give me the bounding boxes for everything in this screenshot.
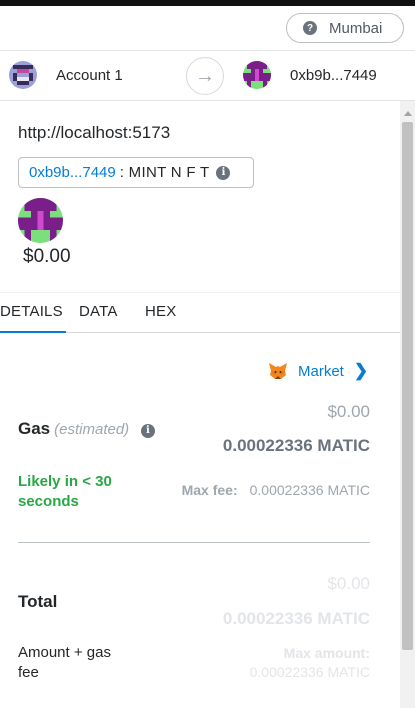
- tab-bar: DETAILS DATA HEX: [0, 292, 400, 333]
- max-fee-value: 0.00022336 MATIC: [249, 482, 370, 498]
- contract-method-box: 0xb9b...7449 : MINT N F T i: [18, 157, 254, 188]
- gas-info-icon[interactable]: i: [140, 423, 155, 438]
- contract-avatar: [18, 198, 63, 243]
- gas-title: Gas: [18, 419, 51, 438]
- network-label: Mumbai: [329, 19, 383, 37]
- transaction-fiat-amount: $0.00: [23, 246, 71, 267]
- gas-market-button[interactable]: Market ❯: [268, 361, 368, 381]
- arrow-right-icon: →: [186, 57, 224, 95]
- amount-plus-gas-label: Amount + gas fee: [18, 644, 111, 681]
- market-label: Market: [298, 362, 344, 380]
- scrollbar-thumb[interactable]: [402, 122, 413, 650]
- recipient-address[interactable]: 0xb9b...7449: [290, 67, 377, 84]
- tab-data[interactable]: DATA: [79, 303, 118, 320]
- help-icon: ?: [303, 21, 317, 35]
- tab-hex[interactable]: HEX: [145, 303, 176, 320]
- gas-matic-value: 0.00022336 MATIC: [222, 436, 370, 455]
- from-account-avatar[interactable]: [9, 61, 37, 89]
- total-label: Total: [18, 592, 58, 611]
- from-account-name[interactable]: Account 1: [56, 67, 123, 84]
- section-divider: [18, 542, 370, 543]
- total-fiat-value: $0.00: [327, 574, 370, 593]
- method-name: : MINT N F T: [119, 164, 210, 181]
- tab-details[interactable]: DETAILS: [0, 303, 63, 320]
- request-origin: http://localhost:5173: [18, 123, 171, 142]
- recipient-avatar[interactable]: [243, 61, 271, 89]
- info-icon[interactable]: i: [216, 165, 231, 180]
- scroll-up-arrow-icon[interactable]: [404, 111, 412, 116]
- max-amount-label: Max amount:: [283, 645, 370, 661]
- fox-icon: [269, 363, 287, 379]
- gas-fiat-value: $0.00: [327, 402, 370, 421]
- max-amount-value: 0.00022336 MATIC: [249, 664, 370, 680]
- gas-time-estimate: Likely in < 30 seconds: [18, 473, 112, 510]
- sender-recipient-row: Account 1 → 0xb9b...7449: [0, 50, 415, 101]
- max-fee-label: Max fee:: [181, 482, 238, 498]
- network-row: ? Mumbai: [0, 6, 415, 50]
- max-fee-row: Max fee: 0.00022336 MATIC: [182, 482, 370, 498]
- total-matic-value: 0.00022336 MATIC: [222, 609, 370, 628]
- network-selector[interactable]: ? Mumbai: [286, 13, 404, 43]
- gas-label: Gas (estimated) i: [18, 419, 155, 439]
- gas-estimated-note: (estimated): [54, 421, 130, 438]
- contract-address-link[interactable]: 0xb9b...7449: [29, 164, 116, 181]
- chevron-right-icon: ❯: [353, 361, 369, 380]
